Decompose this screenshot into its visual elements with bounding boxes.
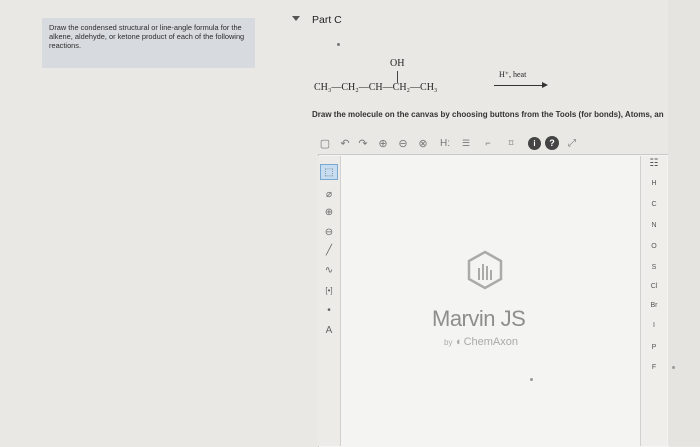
single-bond-icon[interactable]: ╱ [320,242,338,258]
top-toolbar: ▢ ↶ ↷ ⊕ ⊖ ⊗ H: ☰ ⌐ ⌑ i ? ⤢ [318,134,618,154]
atom-o[interactable]: O [641,243,667,250]
fullscreen-icon[interactable]: ⤢ [564,134,580,152]
select-tool-icon[interactable]: ⬚ [320,164,338,180]
zoom-out-icon[interactable]: ⊖ [396,134,410,152]
marvin-hand-icon [467,250,503,290]
atom-property-icon[interactable]: A [320,322,338,338]
atom-h[interactable]: H [641,180,667,187]
canvas-dot [530,378,533,381]
chain-tool-icon[interactable]: ∿ [320,262,338,278]
atom-cl[interactable]: Cl [641,283,667,290]
atom-n[interactable]: N [641,222,667,229]
page-edge [668,0,700,446]
reaction-arrow [494,85,546,86]
negative-charge-icon[interactable]: ⊖ [320,224,338,240]
positive-charge-icon[interactable]: ⊕ [320,204,338,220]
atom-s[interactable]: S [641,264,667,271]
chemaxon-drop-icon: ◖ [454,336,462,348]
page-dot [672,366,675,369]
template-icon[interactable]: ☰ [458,134,474,152]
instructions-text: Draw the condensed structural or line-an… [49,23,245,50]
periodic-table-icon[interactable]: ☷ [641,158,667,169]
contract-icon[interactable]: ⌑ [502,134,520,152]
hydroxyl-label: OH [390,58,405,69]
bracket-tool-icon[interactable]: [•] [320,282,338,298]
reactant-chain: CH₃—CH₂—CH—CH₂—CH₃ [314,82,438,93]
zoom-in-icon[interactable]: ⊕ [376,134,390,152]
atom-p[interactable]: P [641,344,667,351]
info-icon[interactable]: i [528,137,541,150]
drawing-prompt: Draw the molecule on the canvas by choos… [312,110,664,119]
logo-brand: Marvin JS [432,306,526,331]
expand-icon[interactable]: ⌐ [480,134,496,152]
logo-byline: by ◖ ChemAxon [444,336,518,348]
collapse-caret-icon[interactable] [292,16,300,21]
explicit-h-icon[interactable]: H: [436,134,454,152]
left-toolbar: ⬚ ⌀ ⊕ ⊖ ╱ ∿ [•] • A [318,156,341,446]
erase-tool-icon[interactable]: ⌀ [320,186,338,202]
instructions-box: Draw the condensed structural or line-an… [42,18,255,68]
radical-dot-icon[interactable]: • [320,302,338,318]
new-doc-icon[interactable]: ▢ [318,134,332,152]
bullet-dot [337,43,340,46]
atom-i[interactable]: I [641,322,667,329]
help-icon[interactable]: ? [545,136,559,150]
atom-f[interactable]: F [641,364,667,371]
reaction-conditions: H⁺, heat [499,70,527,79]
logo-company: ChemAxon [463,336,518,348]
drawing-canvas[interactable] [318,154,669,447]
logo-by: by [444,338,453,347]
atom-toolbar: ☷ H C N O S Cl Br I P F [640,156,667,446]
reaction-arrow-head [542,82,548,88]
atom-c[interactable]: C [641,201,667,208]
reaction-scheme: OH CH₃—CH₂—CH—CH₂—CH₃ H⁺, heat [314,54,554,102]
zoom-fit-icon[interactable]: ⊗ [416,134,430,152]
undo-icon[interactable]: ↶ [338,134,352,152]
part-title[interactable]: Part C [312,14,342,26]
atom-br[interactable]: Br [641,302,667,309]
redo-icon[interactable]: ↷ [356,134,370,152]
